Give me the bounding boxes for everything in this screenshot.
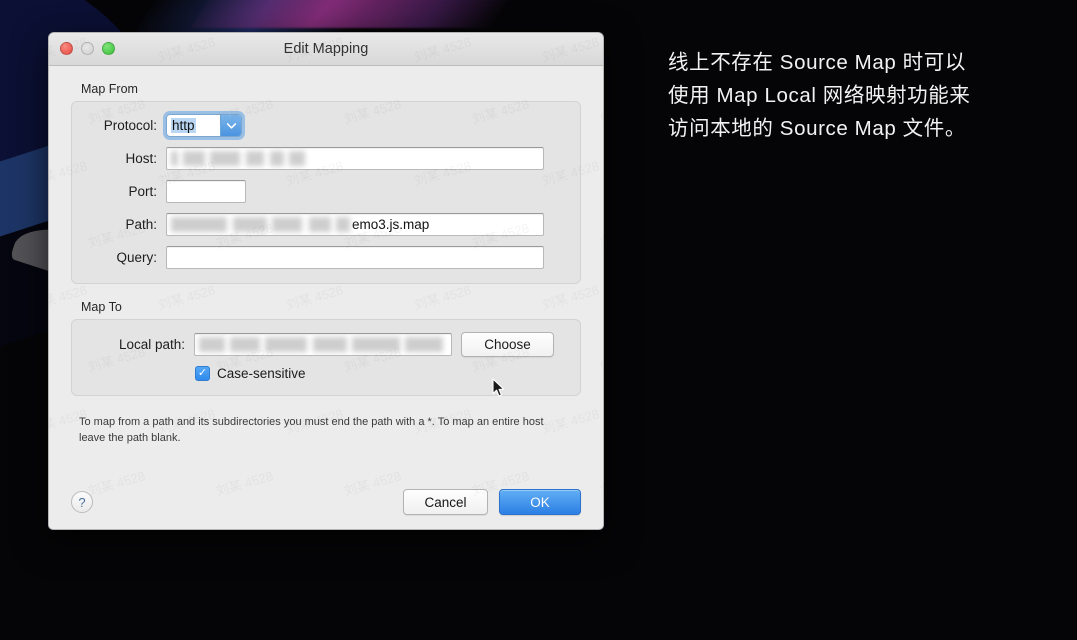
window-controls <box>60 42 115 55</box>
host-row: Host: <box>84 147 568 170</box>
path-label: Path: <box>125 217 157 232</box>
protocol-label: Protocol: <box>103 118 157 133</box>
local-path-label: Local path: <box>118 337 185 352</box>
zoom-button[interactable] <box>102 42 115 55</box>
path-visible-value: emo3.js.map <box>352 217 430 232</box>
close-button[interactable] <box>60 42 73 55</box>
local-path-row: Local path: Choose <box>84 332 568 357</box>
host-redacted-value <box>171 150 305 167</box>
local-path-redacted-value <box>199 336 443 353</box>
path-row: Path: emo3.js.map <box>84 213 568 236</box>
protocol-selected-value: http <box>171 118 196 133</box>
query-row: Query: <box>84 246 568 269</box>
protocol-row: Protocol: http <box>84 114 568 137</box>
chevron-down-icon[interactable] <box>220 115 241 136</box>
case-sensitive-label: Case-sensitive <box>217 366 306 381</box>
case-sensitive-row[interactable]: ✓ Case-sensitive <box>195 366 568 381</box>
map-from-groupbox: Protocol: http Host: Port: Path: emo3.js… <box>71 101 581 284</box>
port-input[interactable] <box>166 180 246 203</box>
hint-text: To map from a path and its subdirectorie… <box>79 416 544 444</box>
minimize-button[interactable] <box>81 42 94 55</box>
dialog-body: Map From Protocol: http Host: Port: Path… <box>49 66 603 529</box>
query-label: Query: <box>116 250 157 265</box>
title-bar[interactable]: Edit Mapping <box>49 33 603 66</box>
port-label: Port: <box>128 184 157 199</box>
case-sensitive-checkbox[interactable]: ✓ <box>195 366 210 381</box>
host-label: Host: <box>125 151 157 166</box>
choose-button[interactable]: Choose <box>461 332 554 357</box>
path-input[interactable]: emo3.js.map <box>166 213 544 236</box>
edit-mapping-dialog: Edit Mapping Map From Protocol: http Hos… <box>48 32 604 530</box>
protocol-value-area: http <box>167 115 220 136</box>
cancel-button[interactable]: Cancel <box>403 489 488 515</box>
annotation-text: 线上不存在 Source Map 时可以 使用 Map Local 网络映射功能… <box>668 46 998 146</box>
mouse-cursor <box>492 378 506 398</box>
protocol-select[interactable]: http <box>166 114 242 137</box>
annotation-line-2: 使用 Map Local 网络映射功能来 <box>668 84 971 108</box>
background-magenta-streak <box>190 0 530 28</box>
host-input[interactable] <box>166 147 544 170</box>
annotation-line-3: 访问本地的 Source Map 文件。 <box>668 117 966 141</box>
port-row: Port: <box>84 180 568 203</box>
ok-button[interactable]: OK <box>499 489 581 515</box>
map-from-group-label: Map From <box>81 82 138 96</box>
help-button[interactable]: ? <box>71 491 93 513</box>
dialog-footer: ? Cancel OK <box>71 489 581 515</box>
window-title: Edit Mapping <box>283 41 369 57</box>
local-path-input[interactable] <box>194 333 452 356</box>
screen: Edit Mapping Map From Protocol: http Hos… <box>0 0 1077 640</box>
map-to-group-label: Map To <box>81 300 122 314</box>
path-redacted-prefix <box>171 216 350 233</box>
annotation-line-1: 线上不存在 Source Map 时可以 <box>668 51 966 74</box>
query-input[interactable] <box>166 246 544 269</box>
